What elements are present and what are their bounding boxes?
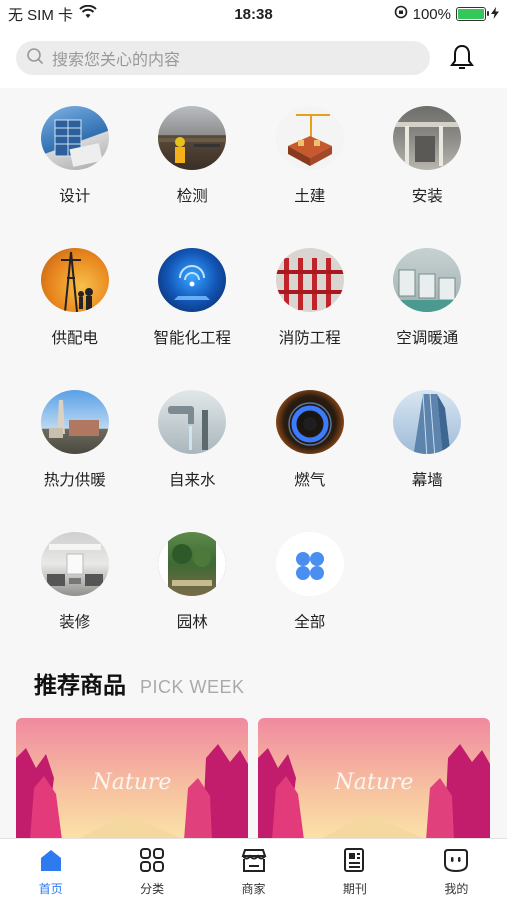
charging-icon [491, 6, 499, 23]
category-item-fire[interactable]: 消防工程 [251, 242, 369, 348]
water-tap-icon [158, 390, 227, 454]
installation-pipes-icon [393, 106, 462, 170]
category-label: 智能化工程 [153, 330, 231, 347]
category-item-all[interactable]: 全部 [251, 526, 369, 632]
gas-flame-icon [275, 390, 344, 454]
carrier-label: 无 SIM 卡 [8, 6, 74, 24]
smart-tech-icon [158, 248, 227, 312]
search-icon [26, 47, 44, 70]
category-item-hvac[interactable]: 空调暖通 [369, 242, 487, 348]
tab-label: 首页 [38, 882, 63, 896]
category-label: 检测 [176, 188, 208, 205]
category-item-heating[interactable]: 热力供暖 [16, 384, 134, 490]
decoration-room-icon [40, 532, 109, 596]
wifi-icon [79, 4, 97, 23]
category-label: 供配电 [51, 330, 98, 347]
tab-label: 期刊 [342, 882, 367, 896]
clock: 18:38 [234, 5, 273, 23]
product-image-text: Nature [92, 770, 172, 795]
garden-icon [158, 532, 227, 596]
category-label: 幕墙 [411, 472, 443, 489]
category-grid-icon [139, 847, 165, 878]
battery-icon [456, 7, 489, 21]
rotation-lock-icon [394, 5, 408, 23]
category-label: 消防工程 [278, 330, 341, 347]
home-icon [38, 847, 64, 878]
design-building-icon [40, 106, 109, 170]
tab-category[interactable]: 分类 [101, 839, 202, 900]
hvac-units-icon [393, 248, 462, 312]
category-item-power[interactable]: 供配电 [16, 242, 134, 348]
section-title: 推荐商品 [34, 672, 126, 698]
store-icon [240, 847, 268, 878]
curtain-wall-icon [393, 390, 462, 454]
bell-icon[interactable] [448, 44, 476, 72]
product-card[interactable]: Nature [258, 718, 490, 840]
category-item-garden[interactable]: 园林 [134, 526, 252, 632]
category-item-inspection[interactable]: 检测 [134, 100, 252, 206]
search-input[interactable]: 搜索您关心的内容 [16, 41, 430, 75]
search-placeholder: 搜索您关心的内容 [52, 52, 181, 69]
tab-label: 分类 [140, 882, 165, 896]
category-label: 自来水 [168, 472, 216, 489]
heating-station-icon [40, 390, 109, 454]
category-label: 装修 [59, 614, 91, 631]
newspaper-icon [342, 847, 368, 878]
tab-journal[interactable]: 期刊 [304, 839, 405, 900]
battery-percent: 100% [412, 5, 451, 23]
category-item-smart[interactable]: 智能化工程 [134, 242, 252, 348]
section-subtitle: PICK WEEK [140, 677, 245, 697]
fire-pipes-icon [275, 248, 344, 312]
status-bar: 无 SIM 卡 18:38 100% [0, 0, 507, 28]
category-item-gas[interactable]: 燃气 [251, 384, 369, 490]
profile-icon [443, 847, 469, 878]
category-label: 园林 [176, 614, 208, 631]
tab-home[interactable]: 首页 [0, 839, 101, 900]
category-label: 全部 [294, 614, 326, 631]
bottom-tab-bar: 首页 分类 商家 期刊 我的 [0, 838, 507, 900]
category-label: 热力供暖 [43, 472, 106, 489]
product-card[interactable]: Nature [16, 718, 248, 840]
category-grid: 设计 检测 土建 安装 供配电 智能化工程 消防工程 空调暖通 热力供暖 自来水… [16, 100, 486, 632]
category-label: 设计 [59, 188, 91, 205]
tab-store[interactable]: 商家 [203, 839, 304, 900]
category-item-design[interactable]: 设计 [16, 100, 134, 206]
category-item-civil[interactable]: 土建 [251, 100, 369, 206]
header: 搜索您关心的内容 [0, 28, 507, 88]
category-item-decoration[interactable]: 装修 [16, 526, 134, 632]
tab-label: 商家 [241, 882, 266, 896]
category-item-curtain-wall[interactable]: 幕墙 [369, 384, 487, 490]
power-tower-icon [40, 248, 109, 312]
tab-label: 我的 [444, 882, 469, 896]
category-item-water[interactable]: 自来水 [134, 384, 252, 490]
category-label: 燃气 [294, 472, 326, 489]
recommended-section-header: 推荐商品 PICK WEEK [34, 666, 245, 700]
category-item-installation[interactable]: 安装 [369, 100, 487, 206]
all-grid-icon [275, 532, 344, 596]
product-image-text: Nature [334, 770, 414, 795]
product-list: Nature Nature [16, 718, 490, 840]
category-label: 土建 [294, 188, 326, 205]
category-label: 空调暖通 [396, 330, 459, 347]
inspection-worker-icon [158, 106, 227, 170]
tab-profile[interactable]: 我的 [406, 839, 507, 900]
category-label: 安装 [411, 188, 443, 205]
construction-crane-icon [275, 106, 344, 170]
